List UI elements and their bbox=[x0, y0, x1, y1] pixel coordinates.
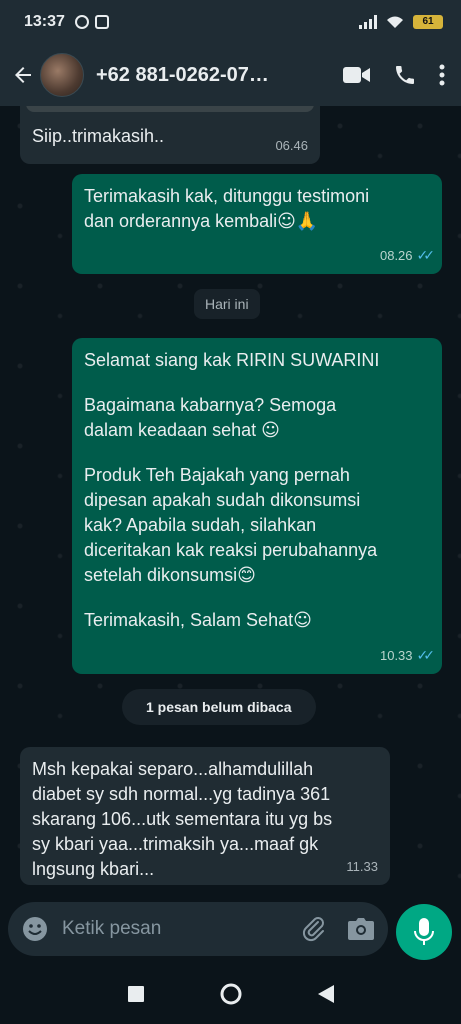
read-ticks-icon: ✓✓ bbox=[416, 247, 436, 263]
message-line: lngsung kbari... bbox=[32, 859, 155, 879]
message-line: Bagaimana kabarnya? Semoga bbox=[84, 395, 337, 415]
message-line: skarang 106...utk sementara itu yg bs bbox=[32, 809, 333, 829]
mic-icon bbox=[414, 918, 434, 945]
message-line: setelah dikonsumsi bbox=[84, 565, 238, 585]
phone-icon[interactable] bbox=[393, 63, 417, 87]
message-line: Msh kepakai separo...alhamdulillah bbox=[32, 759, 314, 779]
contact-name[interactable]: +62 881-0262-07… bbox=[96, 64, 269, 87]
message-outgoing[interactable]: Selamat siang kak RIRIN SUWARINI Bagaima… bbox=[72, 338, 442, 674]
message-line: dipesan apakah sudah dikonsumsi bbox=[84, 490, 361, 510]
message-time: 11.33 bbox=[346, 859, 378, 874]
avatar[interactable] bbox=[40, 53, 84, 97]
message-line: Terimakasih kak, ditunggu testimoni bbox=[84, 186, 370, 206]
message-text: Siip..trimakasih.. bbox=[32, 126, 165, 146]
message-incoming[interactable]: Siip..trimakasih.. 06.46 bbox=[20, 106, 320, 164]
smile-emoji: ☺ bbox=[293, 610, 312, 631]
camera-icon[interactable] bbox=[348, 918, 374, 940]
message-line: dan orderannya kembali bbox=[84, 211, 278, 231]
back-arrow-icon[interactable] bbox=[10, 63, 36, 87]
image-preview-strip bbox=[26, 106, 314, 112]
wifi-icon bbox=[387, 16, 403, 28]
nav-circle-icon[interactable] bbox=[219, 982, 243, 1006]
smile-emoji: ☺ bbox=[261, 420, 280, 441]
system-nav-bar bbox=[0, 964, 461, 1024]
input-placeholder: Ketik pesan bbox=[62, 918, 162, 939]
message-line: dalam keadaan sehat bbox=[84, 420, 257, 440]
status-time: 13:37 bbox=[24, 13, 65, 30]
message-time: 08.26 bbox=[379, 248, 413, 263]
read-ticks-icon: ✓✓ bbox=[416, 647, 436, 663]
message-line: kak? Apabila sudah, silahkan bbox=[84, 515, 317, 535]
unread-messages-banner: 1 pesan belum dibaca bbox=[122, 689, 316, 725]
message-input[interactable]: Ketik pesan bbox=[8, 902, 388, 956]
message-line: Selamat siang kak RIRIN SUWARINI bbox=[84, 350, 380, 370]
whatsapp-chat-screen: 13:37 61 +62 881-0262-07… Siip..trimakas… bbox=[0, 0, 461, 1024]
blush-emoji: 😊 bbox=[237, 565, 256, 586]
message-time: 10.33 bbox=[379, 648, 413, 663]
chat-area[interactable]: Siip..trimakasih.. 06.46 Terimakasih kak… bbox=[0, 106, 461, 894]
message-line: Terimakasih, Salam Sehat bbox=[84, 610, 294, 630]
attach-icon[interactable] bbox=[302, 916, 326, 942]
message-line: diabet sy sdh normal...yg tadinya 361 bbox=[32, 784, 331, 804]
emoji-icon[interactable] bbox=[22, 916, 48, 942]
chat-header: +62 881-0262-07… bbox=[0, 44, 461, 106]
date-chip: Hari ini bbox=[194, 289, 260, 319]
mic-button[interactable] bbox=[396, 904, 452, 960]
message-incoming[interactable]: Msh kepakai separo...alhamdulillah diabe… bbox=[20, 747, 390, 885]
signal-icon bbox=[359, 15, 377, 29]
smile-pray-emoji: ☺🙏 bbox=[277, 211, 319, 232]
more-vert-icon[interactable] bbox=[439, 64, 445, 86]
message-input-bar: Ketik pesan bbox=[0, 894, 461, 964]
drive-notification-icon bbox=[74, 15, 89, 29]
status-bar: 13:37 61 bbox=[0, 0, 461, 44]
battery-icon: 61 bbox=[413, 15, 443, 29]
upload-notification-icon bbox=[94, 15, 109, 29]
message-line: diceritakan kak reaksi perubahannya bbox=[84, 540, 378, 560]
message-line: sy kbari yaa...trimaksih ya...maaf gk bbox=[32, 834, 319, 854]
message-time: 06.46 bbox=[275, 138, 308, 153]
message-line: Produk Teh Bajakah yang pernah bbox=[84, 465, 350, 485]
nav-back-icon[interactable] bbox=[317, 985, 334, 1003]
nav-square-icon[interactable] bbox=[127, 986, 144, 1002]
message-outgoing[interactable]: Terimakasih kak, ditunggu testimoni dan … bbox=[72, 174, 442, 274]
video-call-icon[interactable] bbox=[343, 65, 371, 85]
